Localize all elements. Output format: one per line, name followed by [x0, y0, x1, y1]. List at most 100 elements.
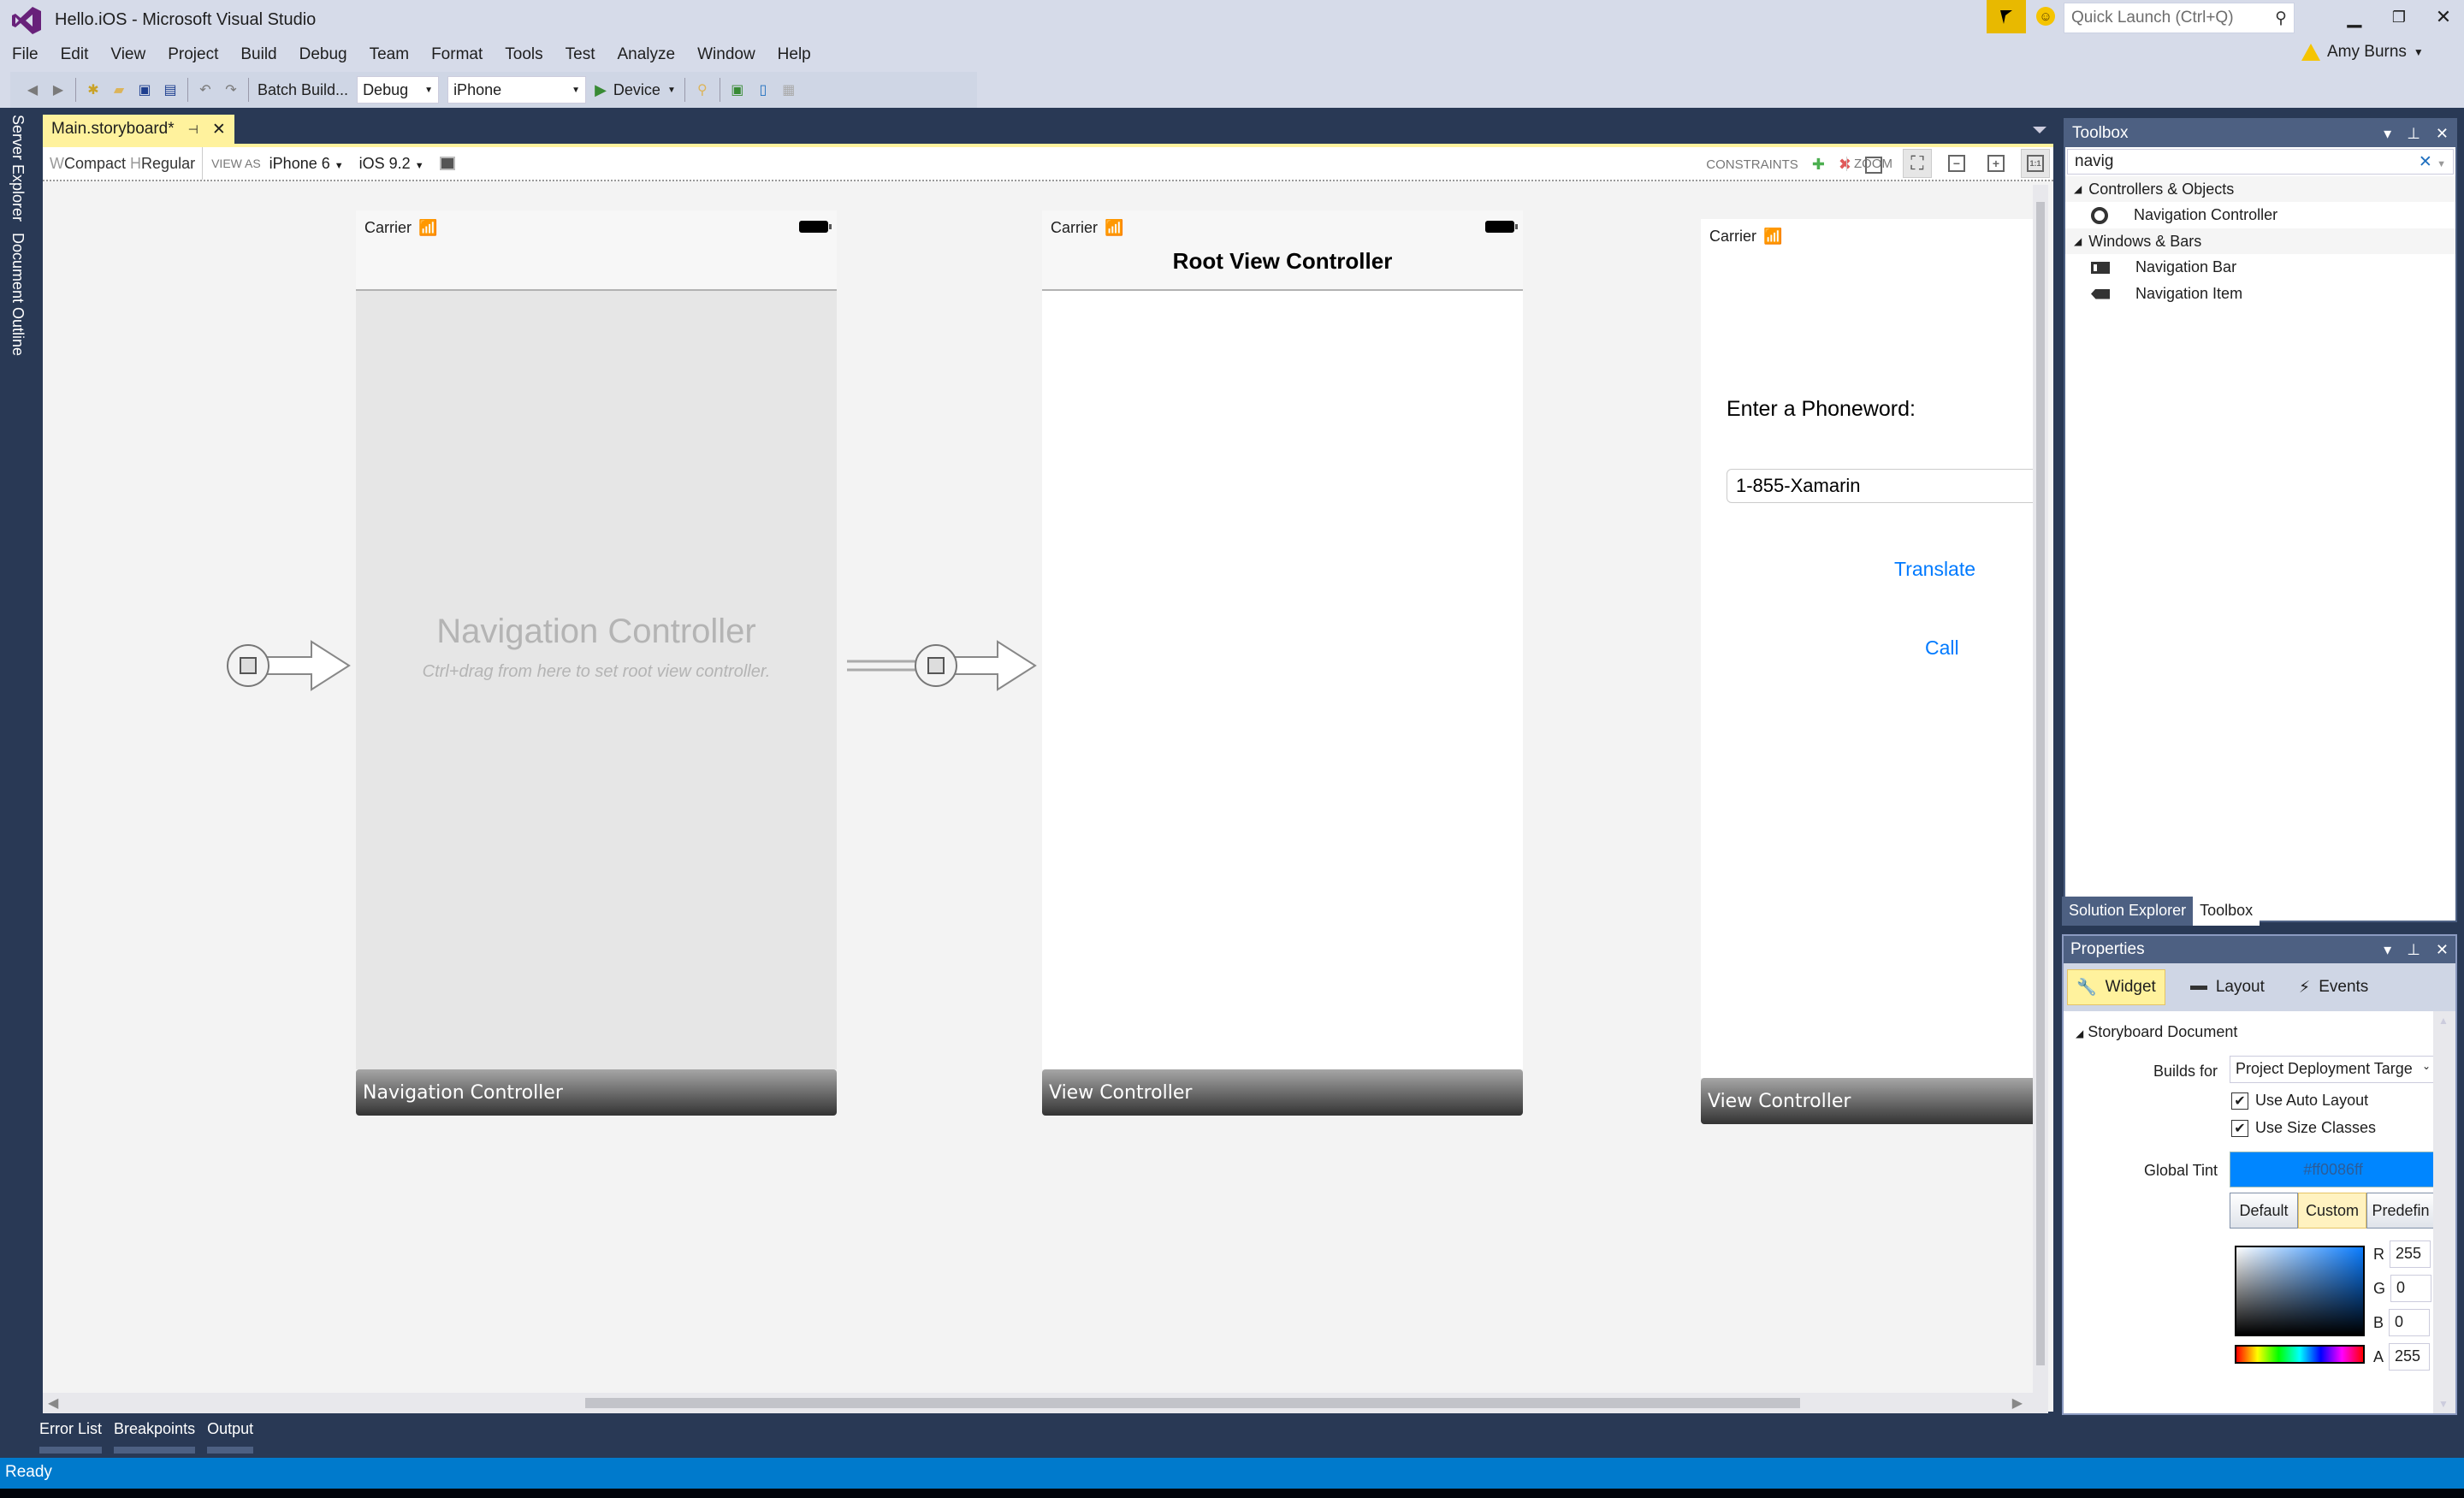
- minimize-button[interactable]: ▁: [2336, 3, 2373, 31]
- menu-test[interactable]: Test: [566, 45, 595, 64]
- batch-build-button[interactable]: Batch Build...: [258, 81, 348, 99]
- tab-solution-explorer[interactable]: Solution Explorer: [2062, 897, 2194, 926]
- a-input[interactable]: 255: [2389, 1343, 2431, 1371]
- configuration-select[interactable]: Debug ▼: [357, 76, 440, 104]
- toolbox-item-navigation-controller[interactable]: Navigation Controller: [2065, 202, 2455, 228]
- tint-mode-default[interactable]: Default: [2230, 1193, 2298, 1229]
- ipa-icon[interactable]: ▦: [780, 81, 797, 98]
- platform-select[interactable]: iPhone ▼: [447, 76, 587, 104]
- find-in-files-icon[interactable]: ⚲: [694, 81, 711, 98]
- add-constraints-icon[interactable]: ✚: [1812, 156, 1825, 174]
- clear-search-icon[interactable]: ✕: [2419, 153, 2432, 171]
- vertical-scroll-thumb[interactable]: [2036, 202, 2045, 1365]
- use-auto-layout-checkbox[interactable]: ✔ Use Auto Layout: [2231, 1092, 2368, 1110]
- zoom-out-button[interactable]: −: [1942, 149, 1971, 178]
- quick-launch-input[interactable]: Quick Launch (Ctrl+Q) ⚲: [2064, 3, 2295, 33]
- toolbox-category-windows-bars[interactable]: ◢ Windows & Bars: [2065, 228, 2455, 254]
- remote-simulator-icon[interactable]: ▣: [729, 81, 746, 98]
- menu-help[interactable]: Help: [778, 45, 811, 64]
- menu-edit[interactable]: Edit: [61, 45, 89, 64]
- feedback-smiley-icon[interactable]: ☺: [2036, 7, 2055, 26]
- toolbox-category-controllers[interactable]: ◢ Controllers & Objects: [2065, 176, 2455, 202]
- section-storyboard-document[interactable]: ◢ Storyboard Document: [2076, 1023, 2237, 1041]
- close-tab-icon[interactable]: ✕: [212, 120, 226, 139]
- tab-widget[interactable]: 🔧 Widget: [2067, 969, 2165, 1005]
- run-device-button[interactable]: ▶ Device ▼: [595, 81, 676, 99]
- save-icon[interactable]: ▣: [136, 81, 153, 98]
- menu-file[interactable]: File: [12, 45, 38, 64]
- open-file-icon[interactable]: ▰: [110, 81, 127, 98]
- zoom-fit-button[interactable]: ⛶: [1903, 149, 1932, 178]
- restore-button[interactable]: ❐: [2380, 3, 2418, 31]
- save-all-icon[interactable]: ▤: [162, 81, 179, 98]
- user-account[interactable]: Amy Burns ▼: [2301, 43, 2424, 62]
- document-tab-main-storyboard[interactable]: Main.storyboard* ⊣ ✕: [43, 115, 234, 144]
- horizontal-scroll-thumb[interactable]: [585, 1398, 1800, 1408]
- scroll-down-icon[interactable]: ▼: [2438, 1398, 2449, 1410]
- chevron-down-icon[interactable]: ▼: [2437, 159, 2446, 169]
- phoneword-view-controller-scene[interactable]: Carrier 📶 Enter a Phoneword: 1-855-Xamar…: [1701, 219, 2033, 1078]
- menu-tools[interactable]: Tools: [505, 45, 542, 64]
- tab-output[interactable]: Output: [207, 1420, 254, 1454]
- global-tint-swatch[interactable]: #ff0086ff: [2230, 1152, 2437, 1187]
- vertical-scrollbar[interactable]: [2033, 185, 2048, 1393]
- menu-project[interactable]: Project: [168, 45, 218, 64]
- menu-team[interactable]: Team: [370, 45, 409, 64]
- tab-events[interactable]: ⚡ Events: [2289, 970, 2378, 1005]
- menu-view[interactable]: View: [110, 45, 145, 64]
- device-select[interactable]: iPhone 6 ▼: [270, 155, 344, 173]
- translate-button[interactable]: Translate: [1894, 558, 1975, 581]
- tint-mode-custom[interactable]: Custom: [2298, 1193, 2366, 1229]
- properties-scrollbar[interactable]: ▲ ▼: [2433, 1011, 2455, 1413]
- menu-window[interactable]: Window: [697, 45, 755, 64]
- storyboard-designer[interactable]: W Compact H Regular VIEW AS iPhone 6 ▼ i…: [43, 144, 2053, 1413]
- pin-icon[interactable]: ⊥: [2407, 125, 2420, 143]
- orientation-icon[interactable]: [439, 157, 455, 170]
- initial-view-segue-arrow[interactable]: [226, 638, 354, 693]
- close-window-button[interactable]: ✕: [2425, 3, 2462, 31]
- tab-breakpoints[interactable]: Breakpoints: [114, 1420, 196, 1454]
- zoom-actual-button[interactable]: 1:1: [2021, 149, 2050, 178]
- close-panel-icon[interactable]: ✕: [2436, 941, 2449, 959]
- navigate-forward-icon[interactable]: ▶: [50, 81, 67, 98]
- scroll-right-icon[interactable]: ▶: [2012, 1394, 2023, 1412]
- phoneword-prompt-label[interactable]: Enter a Phoneword:: [1727, 397, 1916, 422]
- pin-icon[interactable]: ⊣: [188, 122, 198, 137]
- ios-device-refresh-icon[interactable]: ▯: [755, 81, 772, 98]
- menu-format[interactable]: Format: [431, 45, 483, 64]
- nav-title[interactable]: Root View Controller: [1042, 248, 1523, 275]
- document-outline-tab[interactable]: Document Outline: [9, 233, 27, 356]
- tab-error-list[interactable]: Error List: [39, 1420, 103, 1454]
- scene-label-navigation-controller[interactable]: Navigation Controller: [356, 1069, 837, 1116]
- tab-overflow-icon[interactable]: [2033, 127, 2046, 133]
- g-input[interactable]: 0: [2390, 1275, 2432, 1302]
- new-project-icon[interactable]: ✱: [85, 81, 102, 98]
- size-class-selector[interactable]: W Compact H Regular: [43, 147, 204, 180]
- toolbox-item-navigation-item[interactable]: Navigation Item: [2065, 281, 2455, 307]
- call-button[interactable]: Call: [1925, 637, 1959, 660]
- navigate-back-icon[interactable]: ◀: [24, 81, 41, 98]
- tab-toolbox[interactable]: Toolbox: [2193, 897, 2260, 926]
- panel-menu-icon[interactable]: ▾: [2384, 125, 2391, 143]
- root-view-controller-scene[interactable]: Carrier 📶 Root View Controller: [1042, 210, 1523, 1069]
- hue-slider[interactable]: [2235, 1345, 2365, 1364]
- pin-icon[interactable]: ⊥: [2407, 941, 2420, 959]
- r-input[interactable]: 255: [2390, 1240, 2431, 1268]
- color-picker-gradient[interactable]: [2235, 1246, 2365, 1336]
- ios-version-select[interactable]: iOS 9.2 ▼: [359, 155, 424, 173]
- use-size-classes-checkbox[interactable]: ✔ Use Size Classes: [2231, 1119, 2376, 1138]
- scene-label-view-controller[interactable]: View Controller: [1701, 1078, 2033, 1124]
- scroll-up-icon[interactable]: ▲: [2438, 1015, 2449, 1027]
- horizontal-scrollbar[interactable]: ◀ ▶: [43, 1393, 2048, 1413]
- navigation-controller-scene[interactable]: Carrier 📶 Navigation Controller Ctrl+dra…: [356, 210, 837, 1069]
- menu-debug[interactable]: Debug: [299, 45, 347, 64]
- scroll-left-icon[interactable]: ◀: [48, 1394, 58, 1412]
- undo-icon[interactable]: ↶: [197, 81, 214, 98]
- toolbox-item-navigation-bar[interactable]: Navigation Bar: [2065, 254, 2455, 281]
- server-explorer-tab[interactable]: Server Explorer: [9, 115, 27, 222]
- root-view-controller-relationship-segue[interactable]: [847, 638, 1039, 693]
- tab-layout[interactable]: Layout: [2181, 970, 2274, 1004]
- notification-filter-button[interactable]: [1987, 0, 2026, 33]
- menu-build[interactable]: Build: [240, 45, 276, 64]
- zoom-in-button[interactable]: +: [1981, 149, 2011, 178]
